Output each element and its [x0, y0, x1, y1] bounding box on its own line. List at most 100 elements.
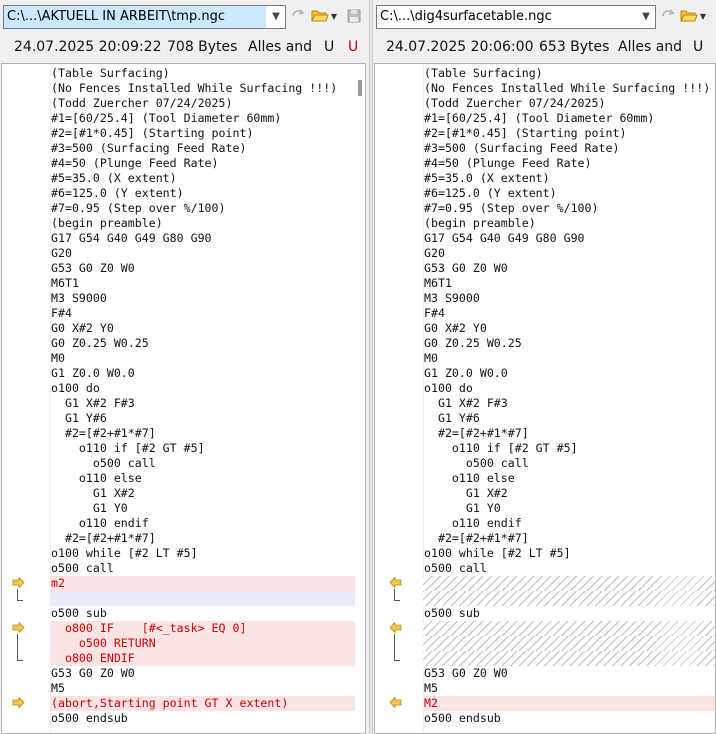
code-line[interactable]: G1 X#2 F#3 [50, 396, 365, 411]
code-line[interactable]: (begin preamble) [423, 216, 715, 231]
scrollbar-thumb[interactable] [358, 80, 362, 96]
code-line[interactable]: #5=35.0 (X extent) [423, 171, 715, 186]
code-line[interactable]: (Table Surfacing) [423, 66, 715, 81]
code-line[interactable]: (Table Surfacing) [50, 66, 365, 81]
code-line[interactable] [423, 576, 715, 591]
code-line[interactable]: G1 Y#6 [423, 411, 715, 426]
code-line[interactable]: F#4 [50, 306, 365, 321]
diff-arrow-left-icon[interactable] [389, 696, 402, 711]
code-line[interactable]: o800 IF [#<_task> EQ 0] [50, 621, 365, 636]
code-line[interactable] [50, 591, 365, 606]
chevron-down-icon[interactable]: ▼ [269, 6, 283, 28]
code-line[interactable]: o100 while [#2 LT #5] [50, 546, 365, 561]
code-line[interactable]: (Todd Zuercher 07/24/2025) [423, 96, 715, 111]
code-line[interactable]: #7=0.95 (Step over %/100) [50, 201, 365, 216]
code-line[interactable]: M5 [50, 681, 365, 696]
code-line[interactable]: o110 if [#2 GT #5] [423, 441, 715, 456]
code-line[interactable]: #2=[#2+#1*#7] [50, 426, 365, 441]
right-path-combobox[interactable]: C:\...\dig4surfacetable.ngc ▼ [376, 5, 656, 29]
code-line[interactable]: G0 X#2 Y0 [423, 321, 715, 336]
code-line[interactable]: M3 S9000 [423, 291, 715, 306]
code-line[interactable]: #5=35.0 (X extent) [50, 171, 365, 186]
code-line[interactable]: #1=[60/25.4] (Tool Diameter 60mm) [50, 111, 365, 126]
code-line[interactable]: o500 call [423, 561, 715, 576]
code-line[interactable] [423, 636, 715, 651]
code-line[interactable]: G20 [50, 246, 365, 261]
code-line[interactable]: G1 Y0 [50, 501, 365, 516]
code-line[interactable]: o110 endif [50, 516, 365, 531]
code-line[interactable]: G0 X#2 Y0 [50, 321, 365, 336]
code-line[interactable]: o500 sub [50, 606, 365, 621]
code-line[interactable]: M0 [423, 351, 715, 366]
sync-arrow-icon[interactable] [288, 6, 308, 26]
left-path-combobox[interactable]: C:\...\AKTUELL IN ARBEIT\tmp.ngc ▼ [3, 5, 286, 29]
code-line[interactable]: G1 Y#6 [50, 411, 365, 426]
code-line[interactable]: M2 [423, 696, 715, 711]
code-line[interactable]: o500 sub [423, 606, 715, 621]
left-editor[interactable]: (Table Surfacing) (No Fences Installed Wh… [1, 63, 366, 734]
code-line[interactable]: G1 X#2 F#3 [423, 396, 715, 411]
folder-dropdown-icon[interactable]: ▼ [697, 6, 709, 26]
save-icon[interactable] [344, 6, 364, 26]
code-line[interactable]: #2=[#2+#1*#7] [50, 531, 365, 546]
code-line[interactable]: #2=[#1*0.45] (Starting point) [423, 126, 715, 141]
left-scrollbar[interactable] [355, 64, 365, 733]
code-line[interactable]: #2=[#1*0.45] (Starting point) [50, 126, 365, 141]
code-line[interactable]: o110 else [423, 471, 715, 486]
code-line[interactable]: F#4 [423, 306, 715, 321]
open-folder-icon[interactable] [310, 6, 330, 26]
code-line[interactable] [423, 621, 715, 636]
code-line[interactable]: #3=500 (Surfacing Feed Rate) [423, 141, 715, 156]
code-line[interactable]: M6T1 [423, 276, 715, 291]
code-line[interactable]: o500 RETURN [50, 636, 365, 651]
diff-arrow-right-icon[interactable] [12, 696, 25, 711]
code-line[interactable]: (No Fences Installed While Surfacing !!!… [50, 81, 365, 96]
code-line[interactable]: G1 X#2 [423, 486, 715, 501]
code-line[interactable]: o100 do [423, 381, 715, 396]
code-line[interactable]: #4=50 (Plunge Feed Rate) [50, 156, 365, 171]
code-line[interactable]: (abort,Starting point GT X extent) [50, 696, 365, 711]
code-line[interactable]: G1 Y0 [423, 501, 715, 516]
code-line[interactable]: M3 S9000 [50, 291, 365, 306]
code-line[interactable]: M6T1 [50, 276, 365, 291]
code-line[interactable]: M5 [423, 681, 715, 696]
code-line[interactable]: G53 G0 Z0 W0 [50, 261, 365, 276]
code-line[interactable]: #2=[#2+#1*#7] [423, 426, 715, 441]
code-line[interactable]: o100 do [50, 381, 365, 396]
code-line[interactable]: #3=500 (Surfacing Feed Rate) [50, 141, 365, 156]
chevron-down-icon[interactable]: ▼ [639, 6, 653, 28]
code-line[interactable]: o800 ENDIF [50, 651, 365, 666]
code-line[interactable]: o110 endif [423, 516, 715, 531]
code-line[interactable]: G1 X#2 [50, 486, 365, 501]
code-line[interactable]: o500 endsub [50, 711, 365, 726]
code-line[interactable]: (begin preamble) [50, 216, 365, 231]
code-line[interactable]: G53 G0 Z0 W0 [423, 261, 715, 276]
folder-dropdown-icon[interactable]: ▼ [328, 6, 340, 26]
code-line[interactable]: G0 Z0.25 W0.25 [423, 336, 715, 351]
code-line[interactable] [423, 651, 715, 666]
code-line[interactable]: #6=125.0 (Y extent) [50, 186, 365, 201]
code-line[interactable]: m2 [50, 576, 365, 591]
code-line[interactable]: G1 Z0.0 W0.0 [423, 366, 715, 381]
code-line[interactable]: o500 call [423, 456, 715, 471]
code-line[interactable]: o500 call [50, 456, 365, 471]
open-folder-icon[interactable] [679, 6, 699, 26]
code-line[interactable]: o110 else [50, 471, 365, 486]
code-line[interactable]: #4=50 (Plunge Feed Rate) [423, 156, 715, 171]
code-line[interactable]: #7=0.95 (Step over %/100) [423, 201, 715, 216]
code-line[interactable]: G53 G0 Z0 W0 [50, 666, 365, 681]
code-line[interactable]: #6=125.0 (Y extent) [423, 186, 715, 201]
code-line[interactable]: G53 G0 Z0 W0 [423, 666, 715, 681]
code-line[interactable]: G20 [423, 246, 715, 261]
right-editor[interactable]: (Table Surfacing) (No Fences Installed Wh… [374, 63, 716, 734]
code-line[interactable]: (Todd Zuercher 07/24/2025) [50, 96, 365, 111]
code-line[interactable] [423, 591, 715, 606]
code-line[interactable]: G17 G54 G40 G49 G80 G90 [423, 231, 715, 246]
code-line[interactable]: #2=[#2+#1*#7] [423, 531, 715, 546]
code-line[interactable]: o500 endsub [423, 711, 715, 726]
code-line[interactable]: o100 while [#2 LT #5] [423, 546, 715, 561]
code-line[interactable]: #1=[60/25.4] (Tool Diameter 60mm) [423, 111, 715, 126]
code-line[interactable]: M0 [50, 351, 365, 366]
sync-arrow-icon[interactable] [658, 6, 678, 26]
code-line[interactable]: (No Fences Installed While Surfacing !!!… [423, 81, 715, 96]
